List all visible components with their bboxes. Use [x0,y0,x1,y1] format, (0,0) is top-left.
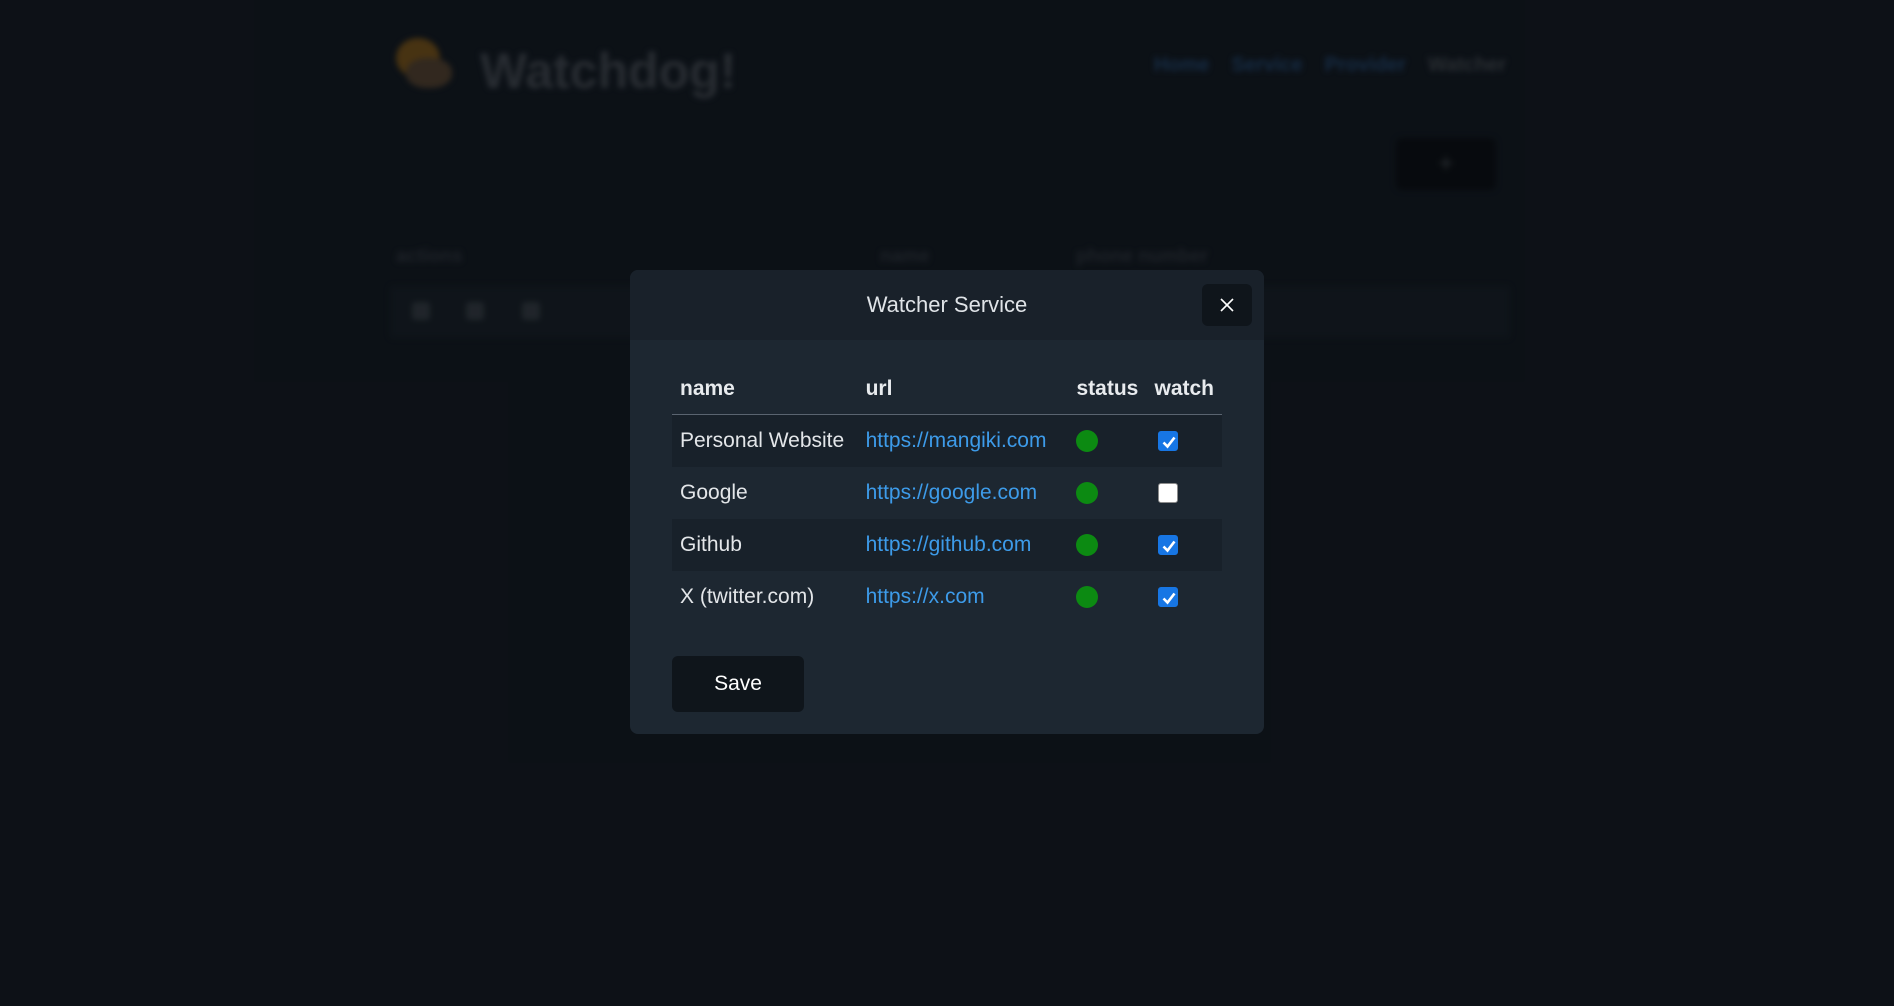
save-button[interactable]: Save [672,656,804,712]
table-row: Github https://github.com [672,519,1222,571]
table-row: X (twitter.com) https://x.com [672,571,1222,623]
watch-checkbox[interactable] [1158,587,1179,608]
close-icon [1220,298,1234,312]
watch-checkbox[interactable] [1158,483,1179,504]
table-header-row: name url status watch [672,364,1222,415]
column-header-watch: watch [1146,364,1222,415]
row-name: Github [672,519,858,571]
watch-checkbox[interactable] [1158,431,1179,452]
table-row: Google https://google.com [672,467,1222,519]
close-button[interactable] [1202,284,1252,326]
modal-title: Watcher Service [866,292,1028,317]
status-indicator [1076,534,1099,557]
column-header-name: name [672,364,858,415]
modal-header: Watcher Service [630,270,1264,340]
row-url-link[interactable]: https://github.com [866,533,1032,556]
column-header-url: url [857,364,1069,415]
row-url-link[interactable]: https://google.com [866,481,1038,504]
watch-checkbox[interactable] [1158,535,1179,556]
status-indicator [1076,482,1099,505]
status-indicator [1076,586,1099,609]
table-row: Personal Website https://mangiki.com [672,414,1222,467]
row-url-link[interactable]: https://x.com [866,585,985,608]
watcher-table: name url status watch Personal Website h… [672,364,1222,623]
row-name: X (twitter.com) [680,585,815,608]
watcher-service-modal: Watcher Service name url status watch Pe… [630,270,1264,734]
status-indicator [1076,430,1099,453]
row-name: Personal Website [672,414,858,467]
row-name: Google [680,481,748,504]
modal-body: name url status watch Personal Website h… [630,340,1264,623]
column-header-status: status [1068,364,1147,415]
row-url-link[interactable]: https://mangiki.com [866,429,1047,452]
